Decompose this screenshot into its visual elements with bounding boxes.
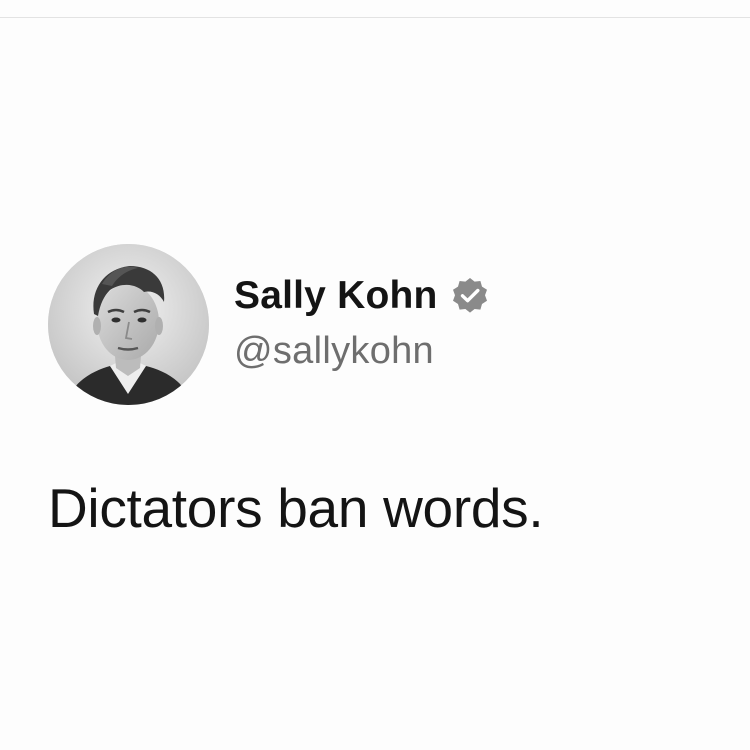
author-handle[interactable]: @sallykohn [234, 330, 434, 373]
author-display-name[interactable]: Sally Kohn [234, 274, 438, 318]
avatar-portrait-icon [48, 244, 209, 405]
tweet-header: Sally Kohn @sallykohn [48, 244, 708, 406]
author-avatar[interactable] [48, 244, 209, 405]
top-divider [0, 17, 750, 18]
verified-badge-icon [450, 276, 490, 316]
author-name-row: Sally Kohn [234, 274, 490, 318]
tweet-text: Dictators ban words. [48, 477, 544, 539]
